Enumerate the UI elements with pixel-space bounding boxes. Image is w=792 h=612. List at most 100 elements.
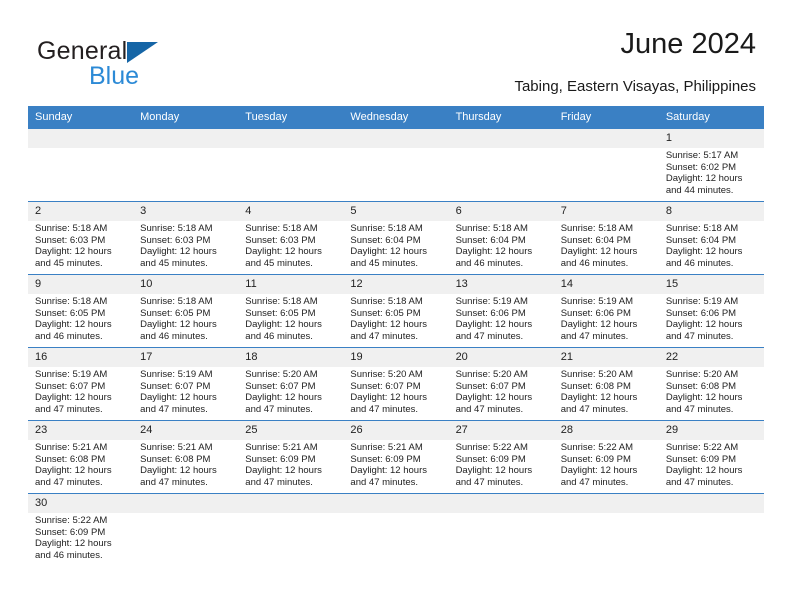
calendar-day-cell[interactable]: 5 Sunrise: 5:18 AM Sunset: 6:04 PM Daylight…	[343, 201, 449, 275]
daylight-text: Daylight: 12 hours and 47 minutes.	[455, 465, 533, 488]
sunrise-text: Sunrise: 5:22 AM	[35, 515, 108, 526]
day-number: 21	[553, 348, 659, 367]
sunrise-text: Sunrise: 5:18 AM	[245, 296, 318, 307]
sunset-text: Sunset: 6:03 PM	[140, 234, 211, 246]
calendar-day-cell[interactable]: 1 Sunrise: 5:17 AM Sunset: 6:02 PM Daylight…	[658, 128, 764, 202]
sunset-text: Sunset: 6:07 PM	[35, 380, 106, 392]
sunrise-text: Sunrise: 5:18 AM	[455, 223, 528, 234]
day-number: 4	[238, 202, 344, 221]
day-sun-info: Sunrise: 5:19 AM Sunset: 6:06 PM Daylight:…	[449, 294, 554, 342]
logo-text-blue: Blue	[89, 62, 140, 90]
sunset-text: Sunset: 6:09 PM	[35, 526, 106, 538]
calendar-day-cell[interactable]: 2 Sunrise: 5:18 AM Sunset: 6:03 PM Daylight…	[28, 201, 134, 275]
sunset-text: Sunset: 6:07 PM	[245, 380, 316, 392]
sunset-text: Sunset: 6:09 PM	[665, 453, 737, 465]
sunset-text: Sunset: 6:04 PM	[665, 234, 737, 246]
calendar-day-cell[interactable]: 19 Sunrise: 5:20 AM Sunset: 6:07 PM Dayligh…	[343, 347, 449, 421]
day-sun-info: Sunrise: 5:19 AM Sunset: 6:07 PM Daylight:…	[133, 367, 238, 415]
day-number	[238, 494, 344, 513]
day-number: 13	[448, 275, 554, 294]
calendar-day-cell[interactable]: 8 Sunrise: 5:18 AM Sunset: 6:04 PM Daylight…	[658, 201, 764, 275]
day-number: 3	[133, 202, 239, 221]
day-sun-info: Sunrise: 5:21 AM Sunset: 6:08 PM Daylight:…	[28, 440, 133, 488]
calendar-day-cell[interactable]: 29 Sunrise: 5:22 AM Sunset: 6:09 PM Dayligh…	[658, 420, 764, 494]
day-number: 22	[658, 348, 764, 367]
calendar-day-cell[interactable]: 26 Sunrise: 5:21 AM Sunset: 6:09 PM Dayligh…	[343, 420, 449, 494]
daylight-text: Daylight: 12 hours and 47 minutes.	[35, 392, 112, 415]
calendar-day-cell[interactable]: 4 Sunrise: 5:18 AM Sunset: 6:03 PM Daylight…	[238, 201, 344, 275]
daylight-text: Daylight: 12 hours and 45 minutes.	[140, 246, 217, 269]
day-number	[133, 129, 239, 148]
calendar-day-cell[interactable]: 13 Sunrise: 5:19 AM Sunset: 6:06 PM Dayligh…	[448, 274, 554, 348]
day-number: 23	[28, 421, 134, 440]
calendar-day-cell[interactable]: 9 Sunrise: 5:18 AM Sunset: 6:05 PM Daylight…	[28, 274, 134, 348]
calendar-day-cell[interactable]: 23 Sunrise: 5:21 AM Sunset: 6:08 PM Dayligh…	[28, 420, 134, 494]
sunset-text: Sunset: 6:06 PM	[665, 307, 737, 319]
sunset-text: Sunset: 6:03 PM	[245, 234, 316, 246]
day-number: 12	[343, 275, 449, 294]
day-sun-info: Sunrise: 5:22 AM Sunset: 6:09 PM Daylight:…	[449, 440, 554, 488]
calendar-day-cell[interactable]: 12 Sunrise: 5:18 AM Sunset: 6:05 PM Dayligh…	[343, 274, 449, 348]
daylight-text: Daylight: 12 hours and 47 minutes.	[560, 319, 638, 342]
calendar-day-cell[interactable]: 15 Sunrise: 5:19 AM Sunset: 6:06 PM Dayligh…	[658, 274, 764, 348]
day-sun-info: Sunrise: 5:18 AM Sunset: 6:05 PM Daylight:…	[133, 294, 238, 342]
calendar-day-cell[interactable]: 14 Sunrise: 5:19 AM Sunset: 6:06 PM Dayligh…	[553, 274, 659, 348]
sunrise-text: Sunrise: 5:20 AM	[665, 369, 739, 380]
day-sun-info: Sunrise: 5:18 AM Sunset: 6:04 PM Daylight:…	[449, 221, 554, 269]
calendar-day-cell[interactable]: 27 Sunrise: 5:22 AM Sunset: 6:09 PM Dayligh…	[448, 420, 554, 494]
calendar-day-cell[interactable]: 18 Sunrise: 5:20 AM Sunset: 6:07 PM Dayligh…	[238, 347, 344, 421]
daylight-text: Daylight: 12 hours and 44 minutes.	[665, 173, 743, 196]
daylight-text: Daylight: 12 hours and 47 minutes.	[140, 465, 217, 488]
sunrise-text: Sunrise: 5:19 AM	[665, 296, 739, 307]
calendar-day-cell-empty	[238, 493, 344, 566]
day-sun-info: Sunrise: 5:21 AM Sunset: 6:08 PM Daylight:…	[133, 440, 238, 488]
day-number	[448, 129, 554, 148]
sunrise-text: Sunrise: 5:19 AM	[455, 296, 528, 307]
day-sun-info: Sunrise: 5:18 AM Sunset: 6:03 PM Daylight:…	[133, 221, 238, 269]
day-number	[658, 494, 764, 513]
day-number	[238, 129, 344, 148]
calendar-day-cell-empty	[343, 493, 449, 566]
calendar-day-cell[interactable]: 25 Sunrise: 5:21 AM Sunset: 6:09 PM Dayligh…	[238, 420, 344, 494]
sunrise-text: Sunrise: 5:21 AM	[245, 442, 318, 453]
day-sun-info: Sunrise: 5:20 AM Sunset: 6:08 PM Daylight:…	[659, 367, 764, 415]
sunrise-text: Sunrise: 5:18 AM	[35, 223, 108, 234]
calendar-day-cell[interactable]: 28 Sunrise: 5:22 AM Sunset: 6:09 PM Dayligh…	[553, 420, 659, 494]
sunset-text: Sunset: 6:06 PM	[560, 307, 631, 319]
calendar-day-cell[interactable]: 16 Sunrise: 5:19 AM Sunset: 6:07 PM Dayligh…	[28, 347, 134, 421]
calendar-day-cell-empty	[553, 493, 659, 566]
day-sun-info: Sunrise: 5:21 AM Sunset: 6:09 PM Daylight:…	[343, 440, 448, 488]
calendar-grid: Sunday Monday Tuesday Wednesday Thursday…	[28, 106, 764, 566]
day-sun-info: Sunrise: 5:19 AM Sunset: 6:06 PM Daylight:…	[659, 294, 764, 342]
day-number	[553, 494, 659, 513]
day-number: 16	[28, 348, 134, 367]
page-subtitle-location: Tabing, Eastern Visayas, Philippines	[514, 78, 756, 95]
calendar-week-row: 9 Sunrise: 5:18 AM Sunset: 6:05 PM Daylight…	[28, 274, 764, 348]
calendar-day-cell[interactable]: 6 Sunrise: 5:18 AM Sunset: 6:04 PM Daylight…	[448, 201, 554, 275]
day-sun-info: Sunrise: 5:18 AM Sunset: 6:05 PM Daylight:…	[238, 294, 343, 342]
calendar-day-cell[interactable]: 21 Sunrise: 5:20 AM Sunset: 6:08 PM Dayligh…	[553, 347, 659, 421]
daylight-text: Daylight: 12 hours and 47 minutes.	[455, 319, 533, 342]
calendar-table: Sunday Monday Tuesday Wednesday Thursday…	[28, 106, 764, 566]
page-title: June 2024	[620, 28, 756, 60]
day-sun-info: Sunrise: 5:19 AM Sunset: 6:06 PM Daylight:…	[554, 294, 659, 342]
calendar-day-cell[interactable]: 7 Sunrise: 5:18 AM Sunset: 6:04 PM Daylight…	[553, 201, 659, 275]
calendar-day-cell[interactable]: 30 Sunrise: 5:22 AM Sunset: 6:09 PM Dayligh…	[28, 493, 134, 566]
sunrise-text: Sunrise: 5:18 AM	[35, 296, 108, 307]
daylight-text: Daylight: 12 hours and 47 minutes.	[350, 319, 427, 342]
sunrise-text: Sunrise: 5:19 AM	[35, 369, 108, 380]
calendar-day-cell[interactable]: 24 Sunrise: 5:21 AM Sunset: 6:08 PM Dayligh…	[133, 420, 239, 494]
sunrise-text: Sunrise: 5:17 AM	[665, 150, 739, 161]
calendar-day-cell[interactable]: 20 Sunrise: 5:20 AM Sunset: 6:07 PM Dayligh…	[448, 347, 554, 421]
weekday-header-monday: Monday	[133, 106, 239, 129]
calendar-week-row: 2 Sunrise: 5:18 AM Sunset: 6:03 PM Daylight…	[28, 201, 764, 275]
calendar-day-cell[interactable]: 17 Sunrise: 5:19 AM Sunset: 6:07 PM Dayligh…	[133, 347, 239, 421]
day-number: 28	[553, 421, 659, 440]
calendar-day-cell[interactable]: 3 Sunrise: 5:18 AM Sunset: 6:03 PM Daylight…	[133, 201, 239, 275]
calendar-day-cell[interactable]: 11 Sunrise: 5:18 AM Sunset: 6:05 PM Dayligh…	[238, 274, 344, 348]
calendar-day-cell[interactable]: 22 Sunrise: 5:20 AM Sunset: 6:08 PM Dayligh…	[658, 347, 764, 421]
sunset-text: Sunset: 6:08 PM	[560, 380, 631, 392]
sunrise-text: Sunrise: 5:18 AM	[350, 223, 423, 234]
calendar-day-cell[interactable]: 10 Sunrise: 5:18 AM Sunset: 6:05 PM Dayligh…	[133, 274, 239, 348]
calendar-day-cell-empty	[238, 128, 344, 202]
